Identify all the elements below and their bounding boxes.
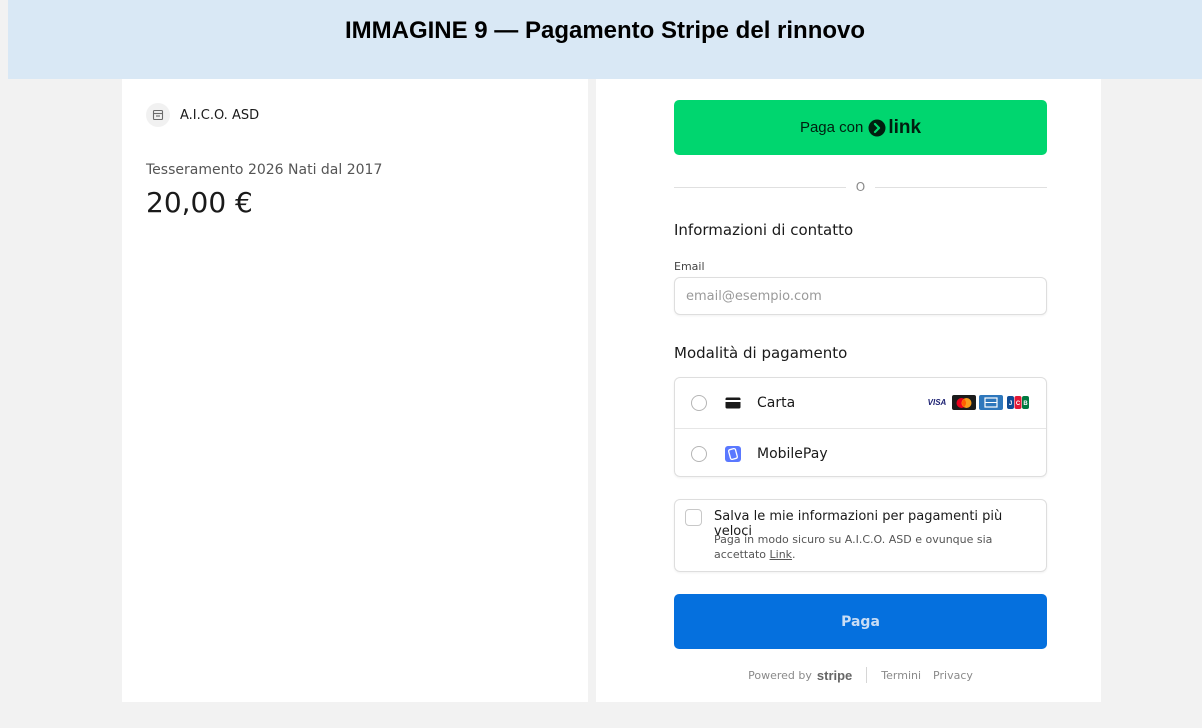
payment-option-card[interactable]: Carta VISA JCB — [675, 378, 1046, 428]
total-price: 20,00 € — [146, 186, 253, 219]
amex-icon — [979, 395, 1003, 410]
stripe-logo[interactable]: stripe — [817, 668, 852, 683]
svg-text:C: C — [1016, 401, 1021, 407]
mastercard-icon — [952, 395, 976, 410]
payment-method-title: Modalità di pagamento — [674, 344, 848, 362]
svg-text:B: B — [1023, 401, 1028, 407]
save-info-description: Paga in modo sicuro su A.I.C.O. ASD e ov… — [714, 532, 1029, 562]
card-icon — [725, 395, 741, 411]
jcb-icon: JCB — [1006, 395, 1030, 410]
payment-option-mobilepay[interactable]: MobilePay — [675, 428, 1046, 478]
powered-by-text: Powered by — [748, 668, 812, 682]
card-radio[interactable] — [691, 395, 707, 411]
link-brand-text: link — [888, 116, 922, 138]
save-info-desc-text: Paga in modo sicuro su A.I.C.O. ASD e ov… — [714, 533, 993, 561]
checkout-footer: Powered by stripe Termini Privacy — [674, 667, 1047, 683]
product-name: Tesseramento 2026 Nati dal 2017 — [146, 162, 383, 178]
mobilepay-icon — [725, 445, 741, 462]
contact-info-title: Informazioni di contatto — [674, 221, 854, 239]
link-arrow-icon — [868, 119, 886, 136]
link-button-label: Paga con — [799, 119, 864, 136]
email-label: Email — [674, 260, 705, 273]
save-info-box: Salva le mie informazioni per pagamenti … — [674, 499, 1047, 572]
card-label: Carta — [757, 395, 796, 411]
payment-methods-list: Carta VISA JCB MobilePay — [674, 377, 1047, 477]
save-info-desc-end: . — [792, 548, 796, 561]
visa-icon: VISA — [925, 395, 949, 410]
banner-title: IMMAGINE 9 — Pagamento Stripe del rinnov… — [344, 17, 866, 44]
pay-with-link-button[interactable]: Paga con link — [674, 100, 1047, 155]
figure-banner: IMMAGINE 9 — Pagamento Stripe del rinnov… — [8, 0, 1202, 79]
mobilepay-label: MobilePay — [757, 445, 828, 462]
order-summary-panel: A.I.C.O. ASD Tesseramento 2026 Nati dal … — [122, 79, 588, 702]
email-input[interactable] — [674, 277, 1047, 315]
footer-divider — [866, 667, 868, 683]
link-logo: link — [868, 117, 921, 139]
or-text: O — [855, 180, 866, 194]
payment-form-panel: Paga con link O Informazioni di contatto… — [596, 79, 1101, 702]
link-info-link[interactable]: Link — [770, 548, 793, 561]
svg-text:J: J — [1009, 401, 1012, 407]
card-brands: VISA JCB — [925, 395, 1030, 410]
store-icon — [146, 103, 170, 127]
or-divider: O — [674, 177, 1048, 197]
merchant-header[interactable]: A.I.C.O. ASD — [146, 103, 259, 127]
mobilepay-radio[interactable] — [691, 445, 707, 462]
merchant-name: A.I.C.O. ASD — [180, 107, 260, 123]
terms-link[interactable]: Termini — [881, 669, 921, 682]
save-info-checkbox[interactable] — [685, 509, 702, 526]
pay-button[interactable]: Paga — [674, 594, 1047, 649]
privacy-link[interactable]: Privacy — [933, 669, 973, 682]
